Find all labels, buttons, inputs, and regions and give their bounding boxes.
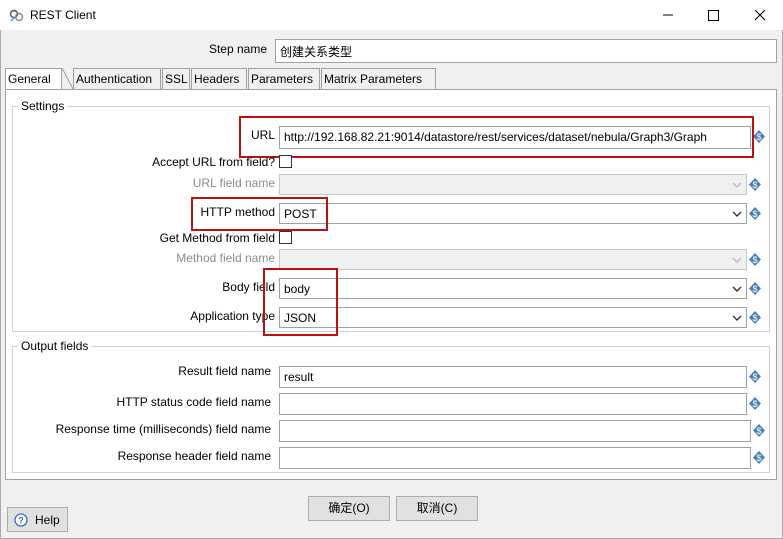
url-label: URL xyxy=(250,128,275,142)
chevron-down-icon[interactable] xyxy=(729,250,745,270)
response-header-field-input[interactable] xyxy=(279,447,751,469)
url-field-combo[interactable] xyxy=(279,174,747,195)
tab-ssl[interactable]: SSL xyxy=(162,68,190,89)
accept-url-checkbox[interactable] xyxy=(279,155,292,168)
settings-group-title: Settings xyxy=(18,99,68,113)
close-button[interactable] xyxy=(737,0,783,30)
variable-icon[interactable]: $ xyxy=(753,130,765,143)
http-status-field-label: HTTP status code field name xyxy=(116,395,271,409)
title-bar: REST Client xyxy=(0,0,783,30)
http-method-label: HTTP method xyxy=(200,205,275,219)
variable-icon[interactable]: $ xyxy=(753,451,765,464)
tab-matrix-parameters[interactable]: Matrix Parameters xyxy=(321,68,436,89)
http-status-field-input[interactable] xyxy=(279,393,747,415)
maximize-button[interactable] xyxy=(690,0,736,30)
method-field-label: Method field name xyxy=(176,251,275,265)
url-field-label: URL field name xyxy=(192,176,275,190)
minimize-button[interactable] xyxy=(645,0,691,30)
output-fields-group-title: Output fields xyxy=(18,339,92,353)
chevron-down-icon[interactable] xyxy=(729,279,745,299)
rest-client-app-icon xyxy=(9,8,24,23)
tab-general[interactable]: General xyxy=(5,68,62,90)
body-field-label: Body field xyxy=(222,280,275,294)
svg-text:$: $ xyxy=(756,453,761,463)
url-input[interactable]: http://192.168.82.21:9014/datastore/rest… xyxy=(279,126,751,149)
result-field-input[interactable]: result xyxy=(279,366,747,388)
svg-text:$: $ xyxy=(752,372,757,382)
result-field-label: Result field name xyxy=(178,364,271,378)
svg-text:$: $ xyxy=(756,426,761,436)
get-method-checkbox[interactable] xyxy=(279,231,292,244)
variable-icon[interactable]: $ xyxy=(749,253,761,266)
svg-text:$: $ xyxy=(752,284,757,294)
method-field-combo[interactable] xyxy=(279,249,747,270)
variable-icon[interactable]: $ xyxy=(749,178,761,191)
http-method-combo[interactable]: POST xyxy=(279,203,747,224)
chevron-down-icon[interactable] xyxy=(729,204,745,224)
variable-icon[interactable]: $ xyxy=(749,370,761,383)
application-type-label: Application type xyxy=(190,309,275,323)
tab-headers[interactable]: Headers xyxy=(191,68,247,89)
variable-icon[interactable]: $ xyxy=(749,311,761,324)
help-icon: ? xyxy=(14,513,28,530)
variable-icon[interactable]: $ xyxy=(753,424,765,437)
help-button-label: Help xyxy=(35,513,60,527)
tab-parameters[interactable]: Parameters xyxy=(248,68,320,89)
application-type-combo[interactable]: JSON xyxy=(279,307,747,328)
ok-button[interactable]: 确定(O) xyxy=(308,496,390,521)
tab-authentication[interactable]: Authentication xyxy=(73,68,161,89)
window-title: REST Client xyxy=(30,8,96,22)
variable-icon[interactable]: $ xyxy=(749,397,761,410)
body-field-combo[interactable]: body xyxy=(279,278,747,299)
variable-icon[interactable]: $ xyxy=(749,282,761,295)
step-name-label: Step name xyxy=(208,42,267,56)
svg-text:$: $ xyxy=(752,255,757,265)
cancel-button[interactable]: 取消(C) xyxy=(396,496,478,521)
response-time-field-label: Response time (milliseconds) field name xyxy=(55,422,271,436)
svg-text:$: $ xyxy=(752,209,757,219)
help-button[interactable]: ? Help xyxy=(7,507,68,532)
svg-text:?: ? xyxy=(18,516,24,526)
chevron-down-icon[interactable] xyxy=(729,308,745,328)
svg-text:$: $ xyxy=(756,132,761,142)
tab-slant-divider xyxy=(62,68,74,90)
response-header-field-label: Response header field name xyxy=(117,449,271,463)
accept-url-label: Accept URL from field? xyxy=(152,155,275,169)
response-time-field-input[interactable] xyxy=(279,420,751,442)
svg-text:$: $ xyxy=(752,180,757,190)
variable-icon[interactable]: $ xyxy=(749,207,761,220)
svg-text:$: $ xyxy=(752,313,757,323)
chevron-down-icon[interactable] xyxy=(729,175,745,195)
svg-text:$: $ xyxy=(752,399,757,409)
get-method-label: Get Method from field xyxy=(159,231,275,245)
step-name-input[interactable]: 创建关系类型 xyxy=(275,39,777,63)
